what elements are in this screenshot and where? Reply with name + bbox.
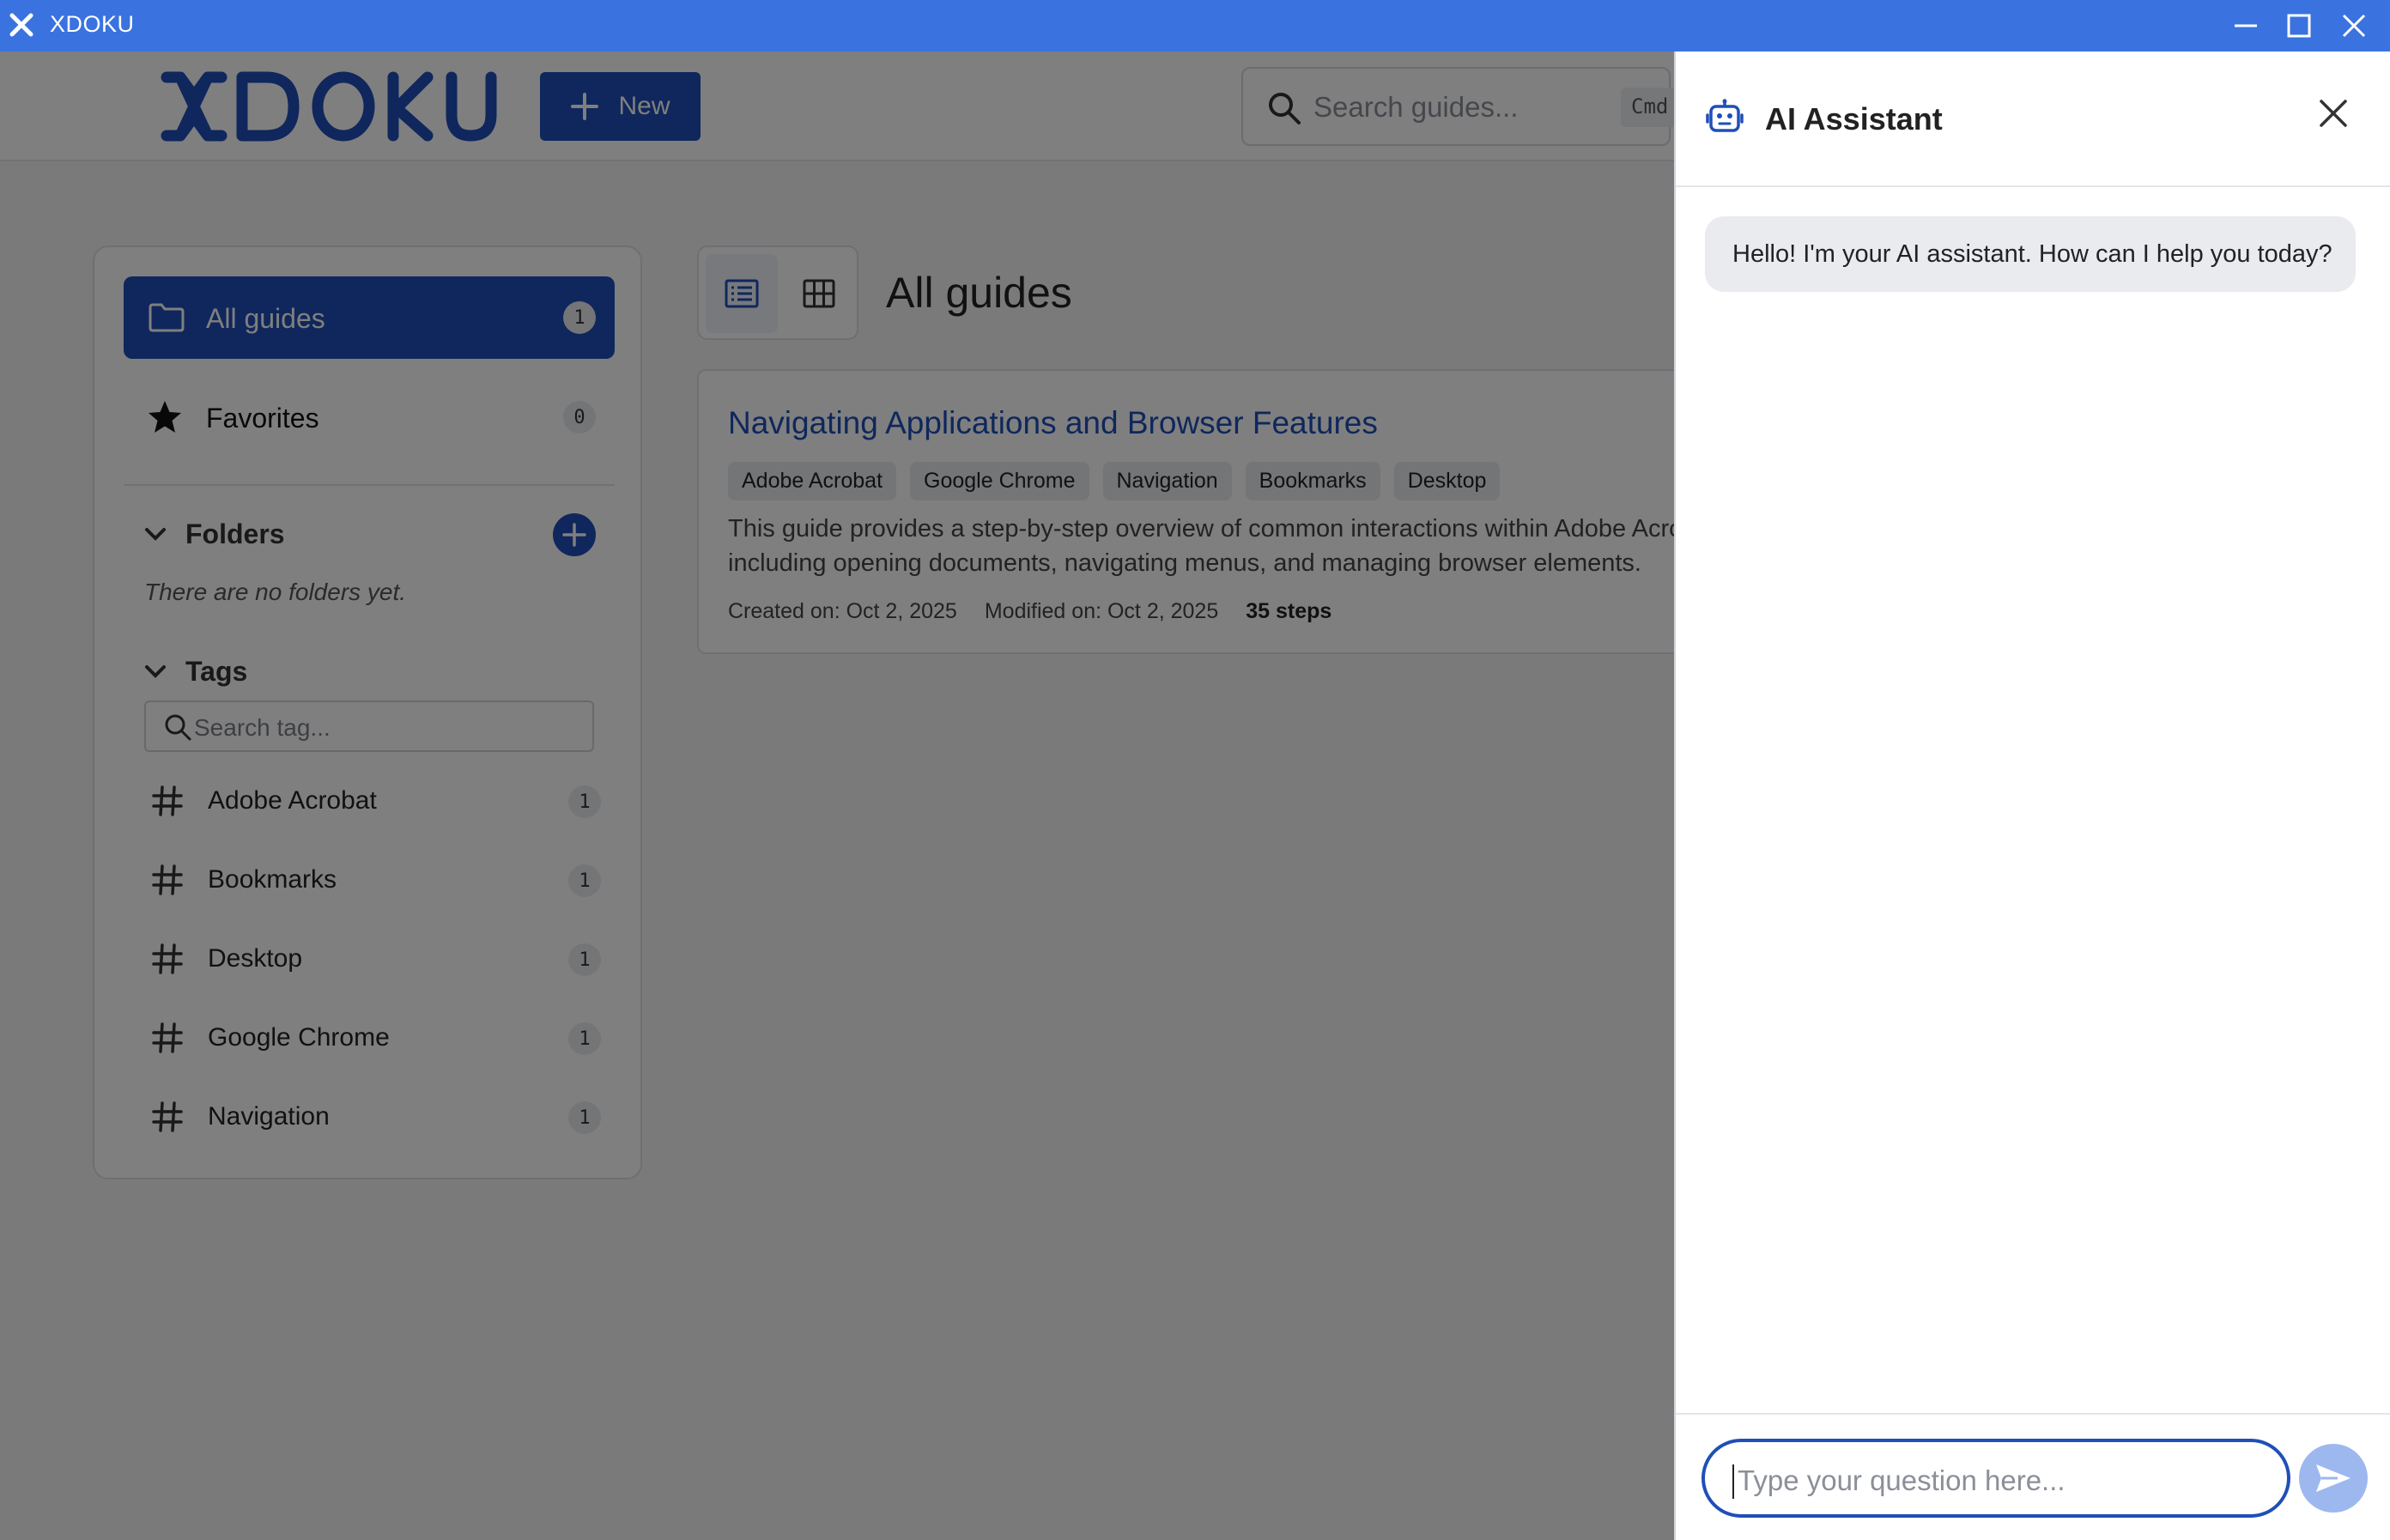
- minimize-icon: [2235, 24, 2257, 27]
- ai-panel-header: AI Assistant: [1676, 52, 2390, 187]
- title-bar: XDOKU: [0, 0, 2390, 52]
- window-title: XDOKU: [50, 11, 135, 37]
- assistant-message: Hello! I'm your AI assistant. How can I …: [1705, 216, 2356, 292]
- robot-icon: [1706, 99, 1744, 132]
- ai-panel-footer: Type your question here...: [1676, 1413, 2390, 1540]
- maximize-icon: [2287, 14, 2311, 38]
- send-button[interactable]: [2299, 1444, 2368, 1513]
- question-input[interactable]: Type your question here...: [1702, 1439, 2290, 1518]
- text-caret: [1732, 1464, 1734, 1499]
- close-icon[interactable]: [2316, 96, 2351, 130]
- modal-backdrop[interactable]: [0, 52, 1674, 1540]
- maximize-button[interactable]: [2280, 7, 2318, 45]
- close-window-button[interactable]: [2335, 7, 2373, 45]
- ai-assistant-panel: AI Assistant Hello! I'm your AI assistan…: [1674, 52, 2390, 1540]
- ai-panel-title: AI Assistant: [1765, 101, 1943, 136]
- minimize-button[interactable]: [2227, 7, 2265, 45]
- question-placeholder: Type your question here...: [1738, 1464, 2065, 1496]
- send-icon: [2316, 1464, 2351, 1492]
- close-icon: [2342, 14, 2366, 38]
- xdoku-app-icon: [9, 13, 33, 37]
